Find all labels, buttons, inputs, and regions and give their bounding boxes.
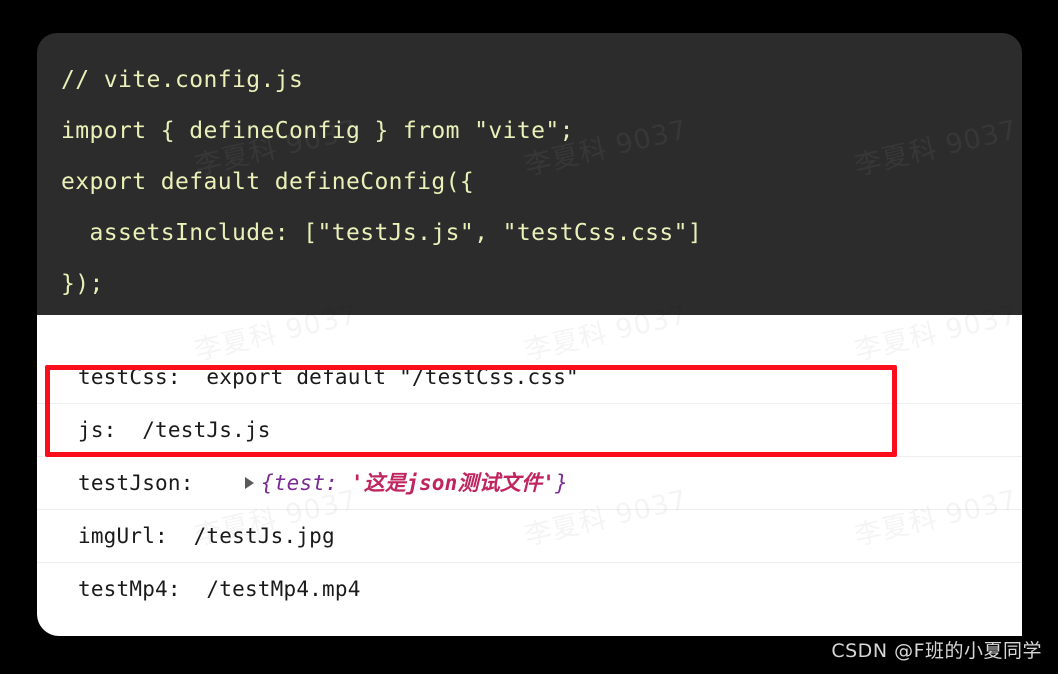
watermark-text: 李夏科 9037 xyxy=(0,293,31,368)
code-line: import { defineConfig } from "vite"; xyxy=(61,118,574,144)
expand-triangle-icon[interactable] xyxy=(244,476,254,489)
console-row-imgurl[interactable]: imgUrl: /testJs.jpg xyxy=(37,510,1022,563)
watermark-text: 李夏科 9037 xyxy=(0,108,31,183)
code-line: }); xyxy=(61,271,104,297)
console-row-value: /testMp4.mp4 xyxy=(180,577,361,601)
screenshot-stage: // vite.config.js import { defineConfig … xyxy=(0,0,1058,674)
console-row-testjson[interactable]: testJson: {test: '这是json测试文件'} xyxy=(37,457,1022,510)
console-row-value: /testJs.jpg xyxy=(167,524,335,548)
console-row-key: js: xyxy=(78,418,117,442)
console-row-key: testJson: xyxy=(78,471,194,495)
watermark-text: 李夏科 9037 xyxy=(0,478,31,553)
console-row-list: testCss: export default "/testCss.css" j… xyxy=(37,315,1022,615)
json-brace-open: { xyxy=(260,471,274,495)
console-row-value: /testJs.js xyxy=(116,418,271,442)
code-line: // vite.config.js xyxy=(61,67,304,93)
console-row-key: testCss: xyxy=(78,365,181,389)
console-row-js[interactable]: js: /testJs.js xyxy=(37,404,1022,457)
console-row-testmp4[interactable]: testMp4: /testMp4.mp4 xyxy=(37,563,1022,615)
csdn-credit-label: CSDN @F班的小夏同学 xyxy=(831,640,1042,662)
console-row-key: testMp4: xyxy=(78,577,181,601)
console-row-key: imgUrl: xyxy=(78,524,168,548)
code-panel: // vite.config.js import { defineConfig … xyxy=(37,33,1022,315)
json-string-value: '这是json测试文件' xyxy=(338,471,556,495)
code-line: assetsInclude: ["testJs.js", "testCss.cs… xyxy=(61,220,703,246)
console-output-panel: testCss: export default "/testCss.css" j… xyxy=(37,315,1022,636)
console-row-testcss[interactable]: testCss: export default "/testCss.css" xyxy=(37,351,1022,404)
code-line: export default defineConfig({ xyxy=(61,169,475,195)
console-row-value: export default "/testCss.css" xyxy=(180,365,579,389)
json-brace-close: } xyxy=(555,471,568,495)
code-panel-content: // vite.config.js import { defineConfig … xyxy=(37,33,1022,310)
json-key: test: xyxy=(273,471,339,495)
